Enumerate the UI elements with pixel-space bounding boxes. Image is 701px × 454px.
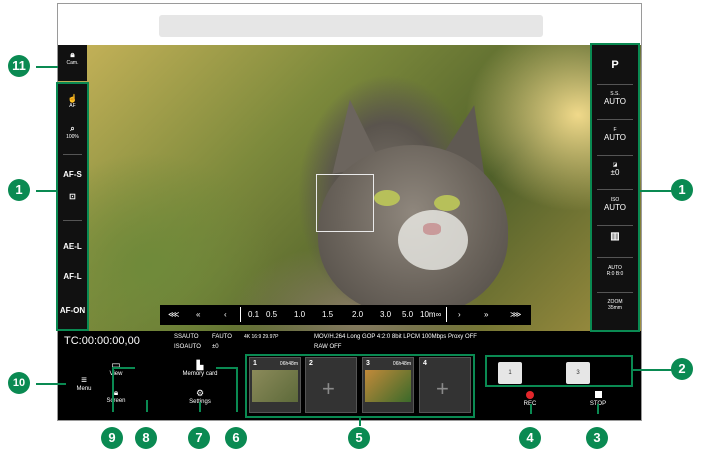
callout-line (199, 402, 201, 412)
near-icon[interactable]: « (196, 310, 200, 319)
live-view (58, 45, 641, 331)
callout-9: 9 (101, 427, 123, 449)
far-icon[interactable]: » (484, 310, 488, 319)
timecode: TC:00:00:00,00 (64, 335, 140, 347)
view-label: View (109, 371, 123, 377)
callout-1-left: 1 (8, 179, 30, 201)
callout-7: 7 (188, 427, 210, 449)
callout-8: 8 (135, 427, 157, 449)
memory-card-button[interactable]: ▙ Memory card (180, 360, 220, 377)
status-ev: ±0 (212, 344, 219, 350)
scale-label: 10m∞ (420, 310, 442, 319)
callout-1-right: 1 (671, 179, 693, 201)
cat-nose (423, 223, 441, 235)
callout-line (632, 369, 672, 371)
fast-near-icon[interactable]: ⋘ (168, 310, 179, 319)
callout-10: 10 (8, 372, 30, 394)
rec-icon (526, 391, 534, 399)
callout-line (640, 190, 672, 192)
lock-icon: 🔒︎ (113, 388, 119, 397)
callout-outline-slots (245, 354, 475, 418)
step-near-icon[interactable]: ‹ (224, 310, 227, 319)
hamburger-icon: ≡ (81, 375, 87, 386)
callout-outline-presets (485, 355, 633, 387)
gear-icon: ⚙ (195, 388, 205, 398)
menu-button[interactable]: ≡ Menu (64, 375, 104, 392)
cam-label: Cam. (66, 60, 79, 66)
status-f: FAUTO (212, 334, 232, 340)
scale-label: 3.0 (380, 310, 392, 319)
callout-6: 6 (225, 427, 247, 449)
focus-frame[interactable] (316, 174, 374, 232)
callout-outline-left-panel (56, 82, 89, 331)
stop-icon (594, 391, 602, 398)
title-bar-placeholder (159, 15, 543, 37)
lock-icon: 🔒︎ (70, 50, 75, 59)
callout-5: 5 (348, 427, 370, 449)
callout-3: 3 (586, 427, 608, 449)
scale-label: 1.0 (294, 310, 306, 319)
fast-far-icon[interactable]: ⋙ (510, 310, 521, 319)
callout-line (36, 66, 58, 68)
callout-line (146, 400, 148, 412)
callout-line (113, 367, 135, 369)
callout-line (236, 367, 238, 412)
monitor-icon: ▭ (111, 360, 121, 371)
focus-scrubber[interactable]: ⋘ « ‹ 0.1 0.5 1.0 1.5 2.0 3.0 5.0 10m∞ ›… (160, 305, 531, 325)
callout-2: 2 (671, 358, 693, 380)
menu-label: Menu (76, 386, 92, 392)
scale-label: 2.0 (352, 310, 364, 319)
status-format: MOV/H.264 Long GOP 4:2:0 8bit LPCM 100Mb… (314, 334, 477, 340)
scale-label: 0.5 (266, 310, 278, 319)
cat-muzzle (398, 210, 468, 270)
status-resolution: 4K 16:9 29.97P (244, 334, 279, 340)
callout-line (216, 367, 238, 369)
callout-line (597, 404, 599, 414)
status-iso: ISOAUTO (174, 344, 201, 350)
cat-eye-right (434, 195, 460, 211)
scale-end (446, 307, 447, 322)
callout-outline-right-panel (590, 43, 640, 332)
screen-label: Screen (106, 398, 126, 404)
callout-11: 11 (8, 55, 30, 77)
screen-lock-button[interactable]: 🔒︎ Screen (101, 388, 131, 404)
scale-label: 5.0 (402, 310, 414, 319)
cam-lock-panel: 🔒︎ Cam. (58, 45, 87, 81)
scale-start (240, 307, 241, 322)
scale-label: 1.5 (322, 310, 334, 319)
status-ss: SSAUTO (174, 334, 199, 340)
callout-line (530, 404, 532, 414)
callout-line (36, 190, 57, 192)
status-raw: RAW OFF (314, 344, 342, 350)
scale-label: 0.1 (248, 310, 260, 319)
memory-label: Memory card (182, 371, 218, 377)
memory-card-icon: ▙ (196, 360, 204, 370)
callout-line (359, 418, 361, 426)
callout-4: 4 (519, 427, 541, 449)
step-far-icon[interactable]: › (458, 310, 461, 319)
callout-line (36, 383, 66, 385)
cam-lock-button[interactable]: 🔒︎ Cam. (58, 50, 87, 66)
cat-eye-left (374, 190, 400, 206)
status-bar: TC:00:00:00,00 SSAUTO FAUTO ISOAUTO ±0 4… (58, 331, 641, 353)
callout-line (112, 367, 114, 412)
